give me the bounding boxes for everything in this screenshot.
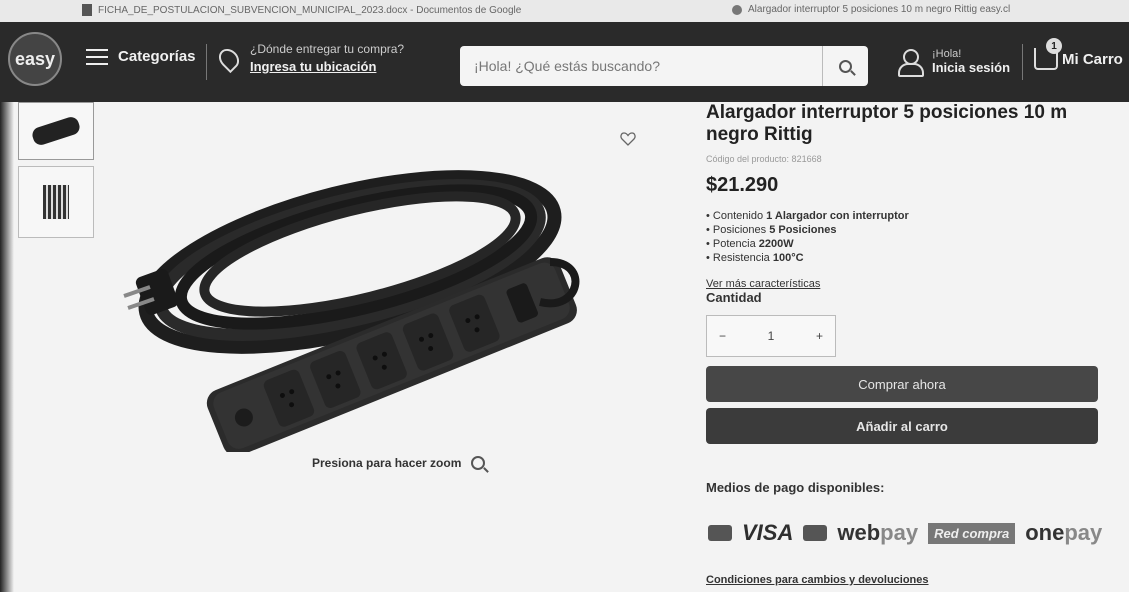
zoom-hint[interactable]: Presiona para hacer zoom (312, 456, 486, 470)
thumbnail-list (18, 102, 96, 244)
product-page: Presiona para hacer zoom Alargador inter… (0, 102, 1129, 592)
add-to-cart-button[interactable]: Añadir al carro (706, 408, 1098, 444)
categories-button[interactable]: Categorías (86, 48, 196, 65)
screen-edge-shadow (0, 102, 14, 592)
product-code: Código del producto: 821668 (706, 154, 822, 164)
search-bar (460, 46, 868, 86)
returns-conditions-link[interactable]: Condiciones para cambios y devoluciones (706, 574, 929, 586)
spec-item: Potencia 2200W (706, 237, 1116, 251)
product-image[interactable] (110, 112, 630, 452)
product-info: Alargador interruptor 5 posiciones 10 m … (706, 102, 1116, 357)
onepay-logo: onepay (1025, 520, 1103, 545)
site-header: easy Categorías ¿Dónde entregar tu compr… (0, 22, 1129, 102)
docs-icon (82, 4, 92, 16)
header-divider (206, 44, 207, 80)
location-question: ¿Dónde entregar tu compra? (250, 42, 405, 56)
header-divider (1022, 44, 1023, 80)
webpay-logo: webpay (837, 520, 919, 545)
search-icon (839, 59, 852, 73)
favorite-heart-icon[interactable] (620, 132, 636, 146)
login-button[interactable]: ¡Hola! Inicia sesión (898, 48, 1011, 77)
logo-text: easy (14, 48, 56, 69)
location-selector[interactable]: ¿Dónde entregar tu compra? Ingresa tu ub… (214, 42, 405, 74)
greeting-text: ¡Hola! (932, 48, 962, 60)
login-label: Inicia sesión (932, 60, 1011, 75)
visa-logo: VISA (742, 520, 794, 545)
site-favicon-icon (732, 4, 742, 15)
browser-tab-docs[interactable]: FICHA_DE_POSTULACION_SUBVENCION_MUNICIPA… (70, 4, 533, 16)
mastercard-icon (708, 525, 732, 541)
location-link[interactable]: Ingresa tu ubicación (250, 59, 404, 74)
cart-button[interactable]: 1 Mi Carro (1034, 38, 1123, 70)
buy-now-button[interactable]: Comprar ahora (706, 366, 1098, 402)
categories-label: Categorías (118, 48, 196, 65)
zoom-hint-label: Presiona para hacer zoom (312, 456, 462, 470)
payment-logos: VISA webpay Red compra onepay (708, 520, 1102, 546)
spec-item: Contenido 1 Alargador con interruptor (706, 209, 1116, 223)
card-icon (803, 525, 828, 541)
product-title: Alargador interruptor 5 posiciones 10 m … (706, 102, 1068, 145)
zoom-in-icon (471, 456, 486, 470)
cart-icon: 1 (1034, 38, 1062, 70)
product-price: $21.290 (706, 174, 779, 196)
qr-code-image (43, 185, 69, 219)
quantity-increase-button[interactable]: + (816, 329, 823, 343)
easy-logo[interactable]: easy (8, 32, 62, 86)
browser-tab-strip: FICHA_DE_POSTULACION_SUBVENCION_MUNICIPA… (0, 0, 1129, 22)
browser-tab-easy[interactable]: Alargador interruptor 5 posiciones 10 m … (720, 4, 1022, 15)
search-button[interactable] (822, 46, 868, 86)
spec-list: Contenido 1 Alargador con interruptor Po… (706, 209, 1116, 265)
cart-count-badge: 1 (1046, 38, 1062, 54)
search-input[interactable] (474, 58, 814, 74)
quantity-value[interactable]: 1 (768, 329, 775, 343)
thumbnail-product-photo[interactable] (18, 102, 94, 160)
more-features-link[interactable]: Ver más características (706, 278, 1116, 290)
payment-methods-title: Medios de pago disponibles: (706, 480, 885, 495)
product-thumbnail-image (30, 115, 82, 147)
cart-label: Mi Carro (1062, 50, 1123, 68)
thumbnail-qr-label[interactable] (18, 166, 94, 238)
spec-item: Resistencia 100°C (706, 251, 1116, 265)
browser-tab-title: Alargador interruptor 5 posiciones 10 m … (748, 4, 1011, 15)
quantity-label: Cantidad (706, 290, 762, 305)
quantity-stepper: − 1 + (706, 315, 836, 357)
browser-tab-title: FICHA_DE_POSTULACION_SUBVENCION_MUNICIPA… (98, 4, 522, 16)
hamburger-icon (86, 48, 108, 65)
spec-item: Posiciones 5 Posiciones (706, 223, 1116, 237)
quantity-decrease-button[interactable]: − (719, 329, 726, 343)
user-icon (898, 48, 924, 77)
location-pin-icon (214, 44, 244, 74)
redcompra-logo: Red compra (928, 522, 1016, 544)
